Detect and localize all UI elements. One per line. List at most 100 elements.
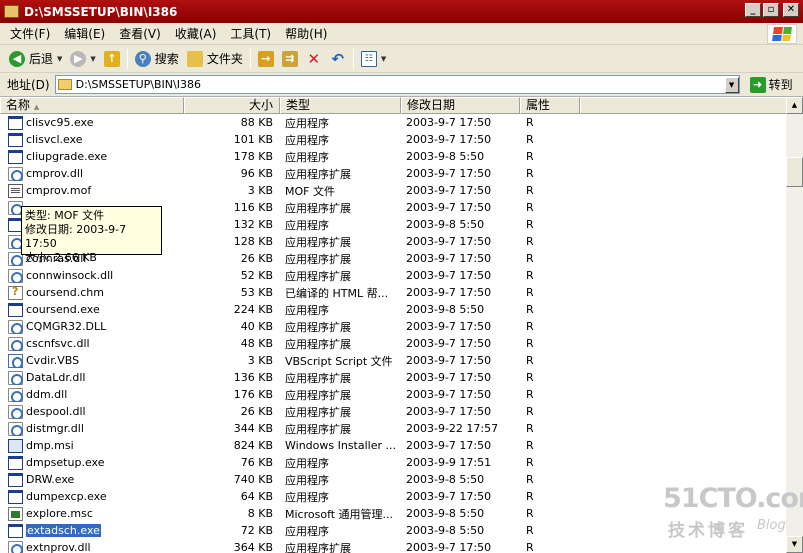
file-attr: R <box>526 303 534 316</box>
menu-favorites[interactable]: 收藏(A) <box>168 25 224 42</box>
file-row[interactable]: cmprov.dll 96 KB 应用程序扩展 2003-9-7 17:50 R <box>0 165 786 182</box>
file-row[interactable]: ddm.dll 176 KB 应用程序扩展 2003-9-7 17:50 R <box>0 386 786 403</box>
file-size: 344 KB <box>233 422 273 435</box>
file-name-cell[interactable]: Cvdir.VBS <box>0 353 184 368</box>
back-dropdown-icon[interactable]: ▼ <box>57 55 62 63</box>
file-row[interactable]: cmprov.mof 3 KB MOF 文件 2003-9-7 17:50 R <box>0 182 786 199</box>
close-button[interactable]: ✕ <box>783 3 799 17</box>
file-name-cell[interactable]: ddm.dll <box>0 387 184 402</box>
file-dll-icon <box>8 336 23 351</box>
file-name-cell[interactable]: DRW.exe <box>0 472 184 487</box>
file-attr: R <box>526 167 534 180</box>
file-row[interactable]: despool.dll 26 KB 应用程序扩展 2003-9-7 17:50 R <box>0 403 786 420</box>
delete-button[interactable]: ✕ <box>302 47 326 71</box>
file-name-cell[interactable]: dmpsetup.exe <box>0 455 184 470</box>
menu-tools[interactable]: 工具(T) <box>223 25 278 42</box>
copy-to-button[interactable]: ⇉ <box>278 47 302 71</box>
file-name-cell[interactable]: dumpexcp.exe <box>0 489 184 504</box>
file-row[interactable]: CQMGR32.DLL 40 KB 应用程序扩展 2003-9-7 17:50 R <box>0 318 786 335</box>
go-button[interactable]: ➜ 转到 <box>749 76 793 93</box>
back-button[interactable]: ◀ 后退 ▼ <box>5 47 66 71</box>
column-attr[interactable]: 属性 <box>520 97 580 114</box>
column-name[interactable]: 名称 ▲ <box>0 97 184 114</box>
file-name-cell[interactable]: dmp.msi <box>0 438 184 453</box>
menu-file[interactable]: 文件(F) <box>0 25 57 42</box>
file-row[interactable]: clisvcl.exe 101 KB 应用程序 2003-9-7 17:50 R <box>0 131 786 148</box>
file-attr: R <box>526 439 534 452</box>
file-date: 2003-9-8 5:50 <box>406 524 485 537</box>
file-name-cell[interactable]: connwinsock.dll <box>0 268 184 283</box>
file-row[interactable]: dmpsetup.exe 76 KB 应用程序 2003-9-9 17:51 R <box>0 454 786 471</box>
file-row[interactable]: extnprov.dll 364 KB 应用程序扩展 2003-9-7 17:50 R <box>0 539 786 553</box>
file-date: 2003-9-7 17:50 <box>406 388 492 401</box>
file-name-cell[interactable]: despool.dll <box>0 404 184 419</box>
file-row[interactable]: coursend.exe 224 KB 应用程序 2003-9-8 5:50 R <box>0 301 786 318</box>
file-row[interactable]: clisvc95.exe 88 KB 应用程序 2003-9-7 17:50 R <box>0 114 786 131</box>
search-button[interactable]: ⚲ 搜索 <box>131 47 183 71</box>
file-name: Cvdir.VBS <box>26 354 80 367</box>
file-name: dumpexcp.exe <box>26 490 107 503</box>
file-name: CQMGR32.DLL <box>26 320 107 333</box>
go-label: 转到 <box>768 78 793 92</box>
file-row[interactable]: cscnfsvc.dll 48 KB 应用程序扩展 2003-9-7 17:50 R <box>0 335 786 352</box>
address-value[interactable]: D:\SMSSETUP\BIN\I386 <box>76 78 725 91</box>
file-name-cell[interactable]: cliupgrade.exe <box>0 149 184 164</box>
file-date: 2003-9-7 17:50 <box>406 286 492 299</box>
forward-button[interactable]: ▶ ▼ <box>66 47 99 71</box>
file-row[interactable]: dmp.msi 824 KB Windows Installer ... 2003-9… <box>0 437 786 454</box>
file-name-cell[interactable]: explore.msc <box>0 506 184 521</box>
address-dropdown-icon[interactable]: ▼ <box>724 76 739 93</box>
menu-help[interactable]: 帮助(H) <box>278 25 334 42</box>
menu-view[interactable]: 查看(V) <box>112 25 168 42</box>
file-name: distmgr.dll <box>26 422 84 435</box>
toolbar: ◀ 后退 ▼ ▶ ▼ ↑ ⚲ 搜索 文件夹 → ⇉ ✕ ↶ ☷ ▼ <box>0 45 803 73</box>
views-dropdown-icon[interactable]: ▼ <box>381 55 386 63</box>
scroll-up-button[interactable]: ▲ <box>786 97 803 114</box>
file-name-cell[interactable]: coursend.chm <box>0 285 184 300</box>
views-button[interactable]: ☷ ▼ <box>357 47 390 71</box>
file-row[interactable]: connwinsock.dll 52 KB 应用程序扩展 2003-9-7 17:50… <box>0 267 786 284</box>
file-name-cell[interactable]: CQMGR32.DLL <box>0 319 184 334</box>
minimize-button[interactable]: _ <box>745 3 761 17</box>
file-name-cell[interactable]: cscnfsvc.dll <box>0 336 184 351</box>
up-folder-button[interactable]: ↑ <box>100 47 124 71</box>
file-size: 96 KB <box>240 167 273 180</box>
file-attr: R <box>526 507 534 520</box>
file-row[interactable]: cliupgrade.exe 178 KB 应用程序 2003-9-8 5:50 R <box>0 148 786 165</box>
file-row[interactable]: Cvdir.VBS 3 KB VBScript Script 文件 2003-9-7 … <box>0 352 786 369</box>
file-name-cell[interactable]: cmprov.dll <box>0 166 184 181</box>
undo-button[interactable]: ↶ <box>326 47 350 71</box>
file-name-cell[interactable]: cmprov.mof <box>0 183 184 198</box>
column-date[interactable]: 修改日期 <box>401 97 520 114</box>
file-name-cell[interactable]: extnprov.dll <box>0 540 184 553</box>
file-attr: R <box>526 541 534 553</box>
column-size[interactable]: 大小 <box>184 97 280 114</box>
file-name-cell[interactable]: clisvcl.exe <box>0 132 184 147</box>
file-row[interactable]: DataLdr.dll 136 KB 应用程序扩展 2003-9-7 17:50 R <box>0 369 786 386</box>
file-name: clisvcl.exe <box>26 133 83 146</box>
up-folder-icon: ↑ <box>103 50 120 67</box>
scroll-down-button[interactable]: ▼ <box>786 536 803 553</box>
column-type[interactable]: 类型 <box>280 97 401 114</box>
file-dll-icon <box>8 404 23 419</box>
move-to-button[interactable]: → <box>254 47 278 71</box>
file-name: extadsch.exe <box>25 523 102 538</box>
address-input[interactable]: D:\SMSSETUP\BIN\I386 ▼ <box>54 75 740 94</box>
file-name-cell[interactable]: clisvc95.exe <box>0 115 184 130</box>
file-row[interactable]: distmgr.dll 344 KB 应用程序扩展 2003-9-22 17:57 R <box>0 420 786 437</box>
file-name-cell[interactable]: extadsch.exe <box>0 523 184 538</box>
folders-button[interactable]: 文件夹 <box>183 47 247 71</box>
file-row[interactable]: coursend.chm 53 KB 已编译的 HTML 帮... 2003-9-7 … <box>0 284 786 301</box>
file-attr: R <box>526 524 534 537</box>
scroll-thumb[interactable] <box>786 157 803 187</box>
file-name: dmp.msi <box>26 439 74 452</box>
file-name-cell[interactable]: coursend.exe <box>0 302 184 317</box>
menu-edit[interactable]: 编辑(E) <box>57 25 112 42</box>
maximize-button[interactable]: ▫ <box>763 3 779 17</box>
file-name-cell[interactable]: distmgr.dll <box>0 421 184 436</box>
forward-dropdown-icon[interactable]: ▼ <box>90 55 95 63</box>
file-type: 应用程序 <box>285 218 329 232</box>
file-name-cell[interactable]: DataLdr.dll <box>0 370 184 385</box>
file-date: 2003-9-7 17:50 <box>406 320 492 333</box>
file-attr: R <box>526 184 534 197</box>
